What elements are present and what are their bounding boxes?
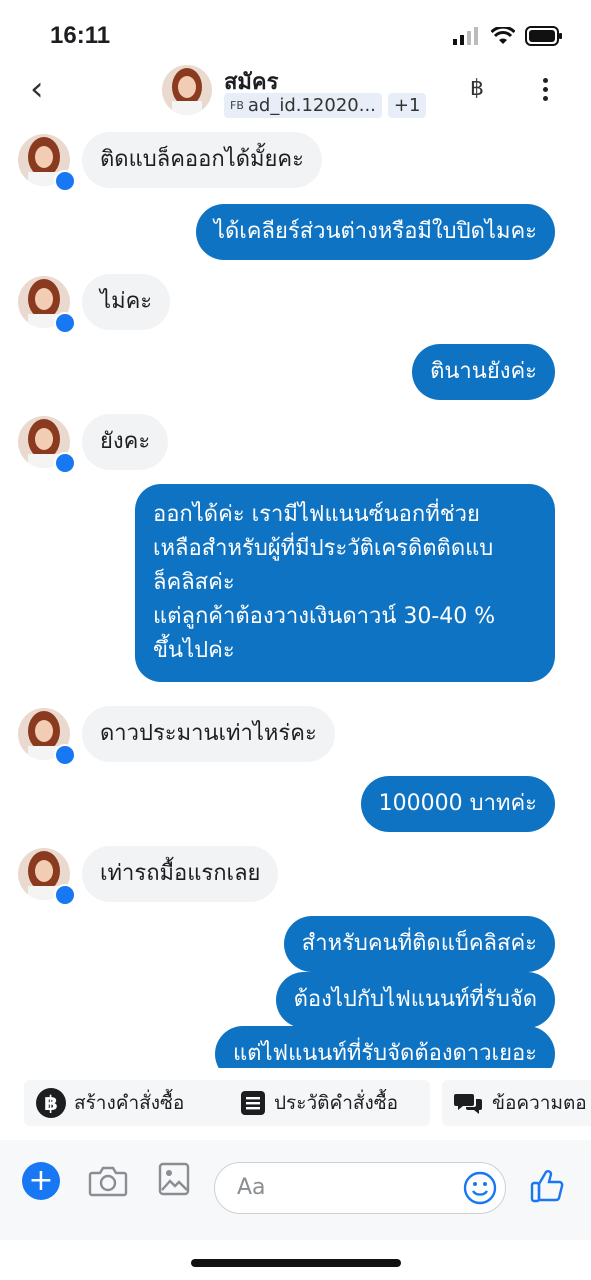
messenger-badge-icon [54,170,76,192]
avatar[interactable] [162,65,212,115]
quick-actions-bar: ฿ สร้างคำสั่งซื้อ ประวัติคำสั่งซื้อ ข้อค… [0,1072,591,1134]
messenger-badge-icon [54,884,76,906]
message-line: ล็คลิสค่ะ [153,570,235,595]
list-icon [241,1091,265,1115]
more-options-icon[interactable] [538,78,552,105]
message-placeholder: Aa [237,1175,266,1200]
outgoing-message[interactable]: ออกได้ค่ะ เรามีไฟแนนซ์นอกที่ช่วย เหลือสำ… [135,484,555,682]
baht-circle-icon: ฿ [36,1088,66,1118]
fb-label: FB [230,99,244,112]
outgoing-message[interactable]: 100000 บาทค่ะ [360,776,555,832]
incoming-message[interactable]: ดาวประมานเท่าไหร่คะ [82,706,335,762]
ad-id-chip[interactable]: FB ad_id.12020... [224,93,382,118]
message-line: ออกได้ค่ะ เรามีไฟแนนซ์นอกที่ช่วย [153,502,480,527]
home-indicator[interactable] [191,1259,401,1267]
wifi-icon [491,27,515,44]
ad-tags: FB ad_id.12020... +1 [224,93,427,118]
messenger-badge-icon [54,312,76,334]
saved-replies-label: ข้อความตอ [492,1092,587,1114]
baht-icon[interactable]: ฿ [470,76,484,101]
chat-bubbles-icon [454,1094,482,1114]
ad-id-text: ad_id.12020... [247,95,376,116]
incoming-message[interactable]: ยังคะ [82,414,169,470]
incoming-message[interactable]: เท่ารถมื้อแรกเลย [82,846,279,902]
create-order-button[interactable]: ฿ สร้างคำสั่งซื้อ [24,1080,236,1126]
messenger-badge-icon [54,452,76,474]
outgoing-message[interactable]: สำหรับคนที่ติดแบ็คลิสค่ะ [283,916,555,972]
more-tags-chip[interactable]: +1 [387,93,427,118]
more-tags-count: +1 [393,95,421,116]
composer: + Aa [0,1140,591,1240]
messenger-badge-icon [54,744,76,766]
image-icon[interactable] [158,1162,190,1196]
message-line: ขึ้นไปค่ะ [153,638,235,663]
camera-icon[interactable] [88,1164,128,1198]
incoming-message[interactable]: ไม่คะ [82,274,171,330]
message-input[interactable]: Aa [214,1162,506,1214]
order-history-button[interactable]: ประวัติคำสั่งซื้อ [228,1080,430,1126]
status-icons [453,26,563,46]
incoming-message[interactable]: ติดแบล็คออกได้มั้ยคะ [82,132,322,188]
message-line: แต่ลูกค้าต้องวางเงินดาวน์ 30-40 % [153,604,496,629]
create-order-label: สร้างคำสั่งซื้อ [74,1092,185,1114]
status-time: 16:11 [50,22,111,49]
outgoing-message[interactable]: ต้องไปกับไฟแนนท์ที่รับจัด [275,972,555,1028]
emoji-icon[interactable] [463,1171,497,1205]
message-thread[interactable]: ติดแบล็คออกได้มั้ยคะ ได้เคลียร์ส่วนต่างห… [0,122,591,1068]
chat-header: ‹ สมัคร FB ad_id.12020... +1 ฿ [0,60,591,122]
back-button[interactable]: ‹ [30,72,60,106]
message-line: เหลือสำหรับผู้ที่มีประวัติเครดิตติดแบ [153,536,494,561]
thumbs-up-icon[interactable] [530,1168,566,1204]
order-history-label: ประวัติคำสั่งซื้อ [274,1092,399,1114]
outgoing-message[interactable]: ตินานยังค่ะ [412,344,555,400]
outgoing-message[interactable]: ได้เคลียร์ส่วนต่างหรือมีใบปิดไมคะ [195,204,555,260]
signal-icon [453,27,478,45]
saved-replies-button[interactable]: ข้อความตอ [442,1080,591,1126]
outgoing-message[interactable]: แต่ไฟแนนท์ที่รับจัดต้องดาวเยอะ [214,1026,555,1068]
plus-icon[interactable]: + [22,1162,60,1200]
battery-icon [525,26,562,46]
